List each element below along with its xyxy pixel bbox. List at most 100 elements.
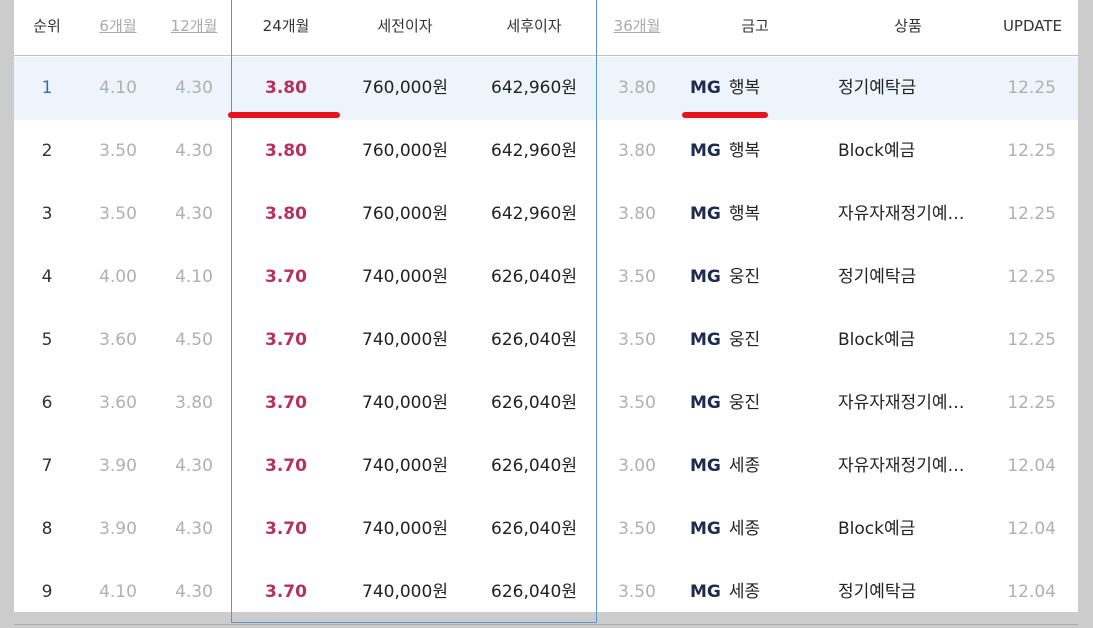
rate-24m-cell: 3.70 xyxy=(265,582,307,602)
header-product: 상품 xyxy=(894,17,922,35)
bank-cell[interactable]: MG 행복 xyxy=(690,183,810,246)
update-date-cell: 12.25 xyxy=(1007,204,1056,224)
rate-24m-cell: 3.80 xyxy=(265,78,307,98)
rank-cell: 6 xyxy=(41,393,53,413)
update-date-cell: 12.25 xyxy=(1007,78,1056,98)
table-row[interactable]: 6 3.60 3.80 3.70 740,000원 626,040원 3.50 MG 웅진 자유자… xyxy=(14,372,1078,435)
pretax-interest-cell: 760,000원 xyxy=(362,141,448,161)
bank-prefix: MG xyxy=(690,456,721,476)
aftertax-interest-cell: 626,040원 xyxy=(491,456,577,476)
table-row[interactable]: 3 3.50 4.30 3.80 760,000원 642,960원 3.80 MG 행복 자유자… xyxy=(14,183,1078,246)
bank-prefix: MG xyxy=(690,141,721,161)
bank-name: 웅진 xyxy=(728,393,761,413)
update-date-cell: 12.25 xyxy=(1007,330,1056,350)
bank-cell[interactable]: MG 웅진 xyxy=(690,246,810,309)
bank-prefix: MG xyxy=(690,78,721,98)
product-cell[interactable]: 정기예탁금 xyxy=(838,246,974,309)
aftertax-interest-cell: 642,960원 xyxy=(491,141,577,161)
rate-6m-cell: 3.50 xyxy=(99,141,137,161)
product-cell[interactable]: 자유자재정기예… xyxy=(838,183,974,246)
rate-table-panel: 순위 6개월 12개월 24개월 세전이자 세후이자 36개월 금고 상품 UP… xyxy=(14,0,1078,612)
rate-6m-cell: 4.10 xyxy=(99,582,137,602)
bank-prefix: MG xyxy=(690,393,721,413)
header-rank: 순위 xyxy=(33,17,61,35)
product-cell[interactable]: 정기예탁금 xyxy=(838,57,974,120)
bank-cell[interactable]: MG 행복 xyxy=(690,57,810,120)
rate-36m-cell: 3.50 xyxy=(618,393,656,413)
bank-cell[interactable]: MG 세종 xyxy=(690,561,810,624)
rate-36m-cell: 3.80 xyxy=(618,141,656,161)
pretax-interest-cell: 740,000원 xyxy=(362,456,448,476)
rate-24m-cell: 3.70 xyxy=(265,330,307,350)
rate-12m-cell: 4.30 xyxy=(175,456,213,476)
update-date-cell: 12.25 xyxy=(1007,393,1056,413)
bank-name: 세종 xyxy=(728,519,761,539)
rate-6m-cell: 3.90 xyxy=(99,456,137,476)
bank-prefix: MG xyxy=(690,519,721,539)
rate-12m-cell: 4.30 xyxy=(175,582,213,602)
bank-name: 세종 xyxy=(728,456,761,476)
table-row[interactable]: 5 3.60 4.50 3.70 740,000원 626,040원 3.50 MG 웅진 Blo… xyxy=(14,309,1078,372)
bank-cell[interactable]: MG 행복 xyxy=(690,120,810,183)
bank-prefix: MG xyxy=(690,204,721,224)
bank-name: 행복 xyxy=(728,141,761,161)
rank-cell: 4 xyxy=(41,267,53,287)
aftertax-interest-cell: 642,960원 xyxy=(491,78,577,98)
pretax-interest-cell: 760,000원 xyxy=(362,78,448,98)
rate-12m-cell: 4.30 xyxy=(175,519,213,539)
product-cell[interactable]: Block예금 xyxy=(838,498,974,561)
rate-12m-cell: 4.10 xyxy=(175,267,213,287)
rate-12m-cell: 4.30 xyxy=(175,78,213,98)
header-36m-sort-link[interactable]: 36개월 xyxy=(598,0,676,52)
pretax-interest-cell: 740,000원 xyxy=(362,267,448,287)
header-12m-sort-link[interactable]: 12개월 xyxy=(156,0,232,52)
product-cell[interactable]: Block예금 xyxy=(838,309,974,372)
product-cell[interactable]: Block예금 xyxy=(838,120,974,183)
table-row[interactable]: 1 4.10 4.30 3.80 760,000원 642,960원 3.80 MG 행복 정기예… xyxy=(14,57,1078,120)
rate-24m-cell: 3.70 xyxy=(265,393,307,413)
table-row[interactable]: 9 4.10 4.30 3.70 740,000원 626,040원 3.50 MG 세종 정기예… xyxy=(14,561,1078,624)
bank-cell[interactable]: MG 웅진 xyxy=(690,372,810,435)
table-row[interactable]: 8 3.90 4.30 3.70 740,000원 626,040원 3.50 MG 세종 Blo… xyxy=(14,498,1078,561)
header-bank: 금고 xyxy=(741,17,769,35)
update-date-cell: 12.25 xyxy=(1007,141,1056,161)
product-cell[interactable]: 자유자재정기예… xyxy=(838,372,974,435)
table-bottom-divider xyxy=(14,624,1078,625)
product-cell[interactable]: 자유자재정기예… xyxy=(838,435,974,498)
rank-cell: 8 xyxy=(41,519,53,539)
aftertax-interest-cell: 626,040원 xyxy=(491,267,577,287)
bank-cell[interactable]: MG 세종 xyxy=(690,498,810,561)
pretax-interest-cell: 740,000원 xyxy=(362,393,448,413)
aftertax-interest-cell: 626,040원 xyxy=(491,330,577,350)
rate-12m-cell: 4.30 xyxy=(175,141,213,161)
rate-36m-cell: 3.00 xyxy=(618,456,656,476)
aftertax-interest-cell: 626,040원 xyxy=(491,393,577,413)
rate-6m-cell: 3.60 xyxy=(99,330,137,350)
rate-6m-cell: 4.10 xyxy=(99,78,137,98)
bank-name: 웅진 xyxy=(728,267,761,287)
table-row[interactable]: 4 4.00 4.10 3.70 740,000원 626,040원 3.50 MG 웅진 정기예… xyxy=(14,246,1078,309)
header-6m-sort-link[interactable]: 6개월 xyxy=(80,0,156,52)
table-row[interactable]: 7 3.90 4.30 3.70 740,000원 626,040원 3.00 MG 세종 자유자… xyxy=(14,435,1078,498)
product-cell[interactable]: 정기예탁금 xyxy=(838,561,974,624)
rank-cell: 5 xyxy=(41,330,53,350)
table-row[interactable]: 2 3.50 4.30 3.80 760,000원 642,960원 3.80 MG 행복 Blo… xyxy=(14,120,1078,183)
update-date-cell: 12.04 xyxy=(1007,582,1056,602)
rank-cell: 9 xyxy=(41,582,53,602)
pretax-interest-cell: 740,000원 xyxy=(362,582,448,602)
bank-cell[interactable]: MG 웅진 xyxy=(690,309,810,372)
bank-cell[interactable]: MG 세종 xyxy=(690,435,810,498)
header-aftertax-interest: 세후이자 xyxy=(506,17,562,35)
pretax-interest-cell: 740,000원 xyxy=(362,519,448,539)
pretax-interest-cell: 760,000원 xyxy=(362,204,448,224)
rate-36m-cell: 3.50 xyxy=(618,582,656,602)
table-header: 순위 6개월 12개월 24개월 세전이자 세후이자 36개월 금고 상품 UP… xyxy=(14,0,1078,56)
rank-cell: 3 xyxy=(41,204,53,224)
red-underline-annotation-rate xyxy=(228,112,340,118)
rate-12m-cell: 4.50 xyxy=(175,330,213,350)
rate-6m-cell: 3.50 xyxy=(99,204,137,224)
header-24m: 24개월 xyxy=(262,17,310,35)
header-update: UPDATE xyxy=(1002,17,1062,35)
rate-36m-cell: 3.50 xyxy=(618,267,656,287)
aftertax-interest-cell: 642,960원 xyxy=(491,204,577,224)
